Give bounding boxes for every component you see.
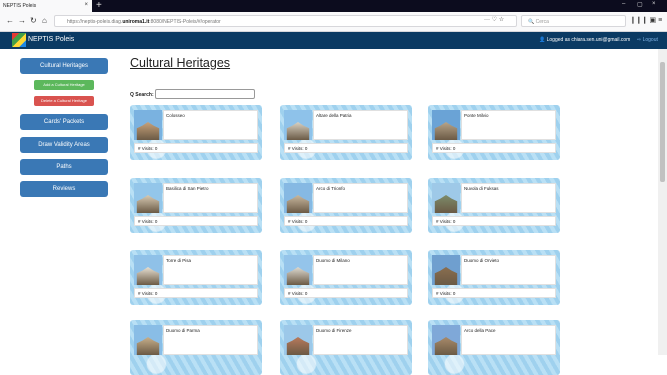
heritage-card[interactable]: Nuvola di Fuksas # Visits: 0 [428, 178, 560, 233]
heritage-card[interactable]: Duomo di Milano # Visits: 0 [280, 250, 412, 305]
back-icon[interactable]: ← [6, 16, 14, 25]
heritage-name: Arco di Trionfo [316, 186, 346, 191]
heritage-photo [284, 183, 312, 213]
app-title[interactable]: NEPTIS Poleis [28, 36, 74, 43]
browser-tab-bar: NEPTIS Poleis × + – ▢ × [0, 0, 667, 12]
browser-toolbar: ← → ↻ ⌂ https://neptis-poleis.diag.uniro… [0, 12, 667, 32]
browser-tab-title: NEPTIS Poleis [3, 3, 37, 9]
browser-search-placeholder: Cerca [535, 19, 549, 25]
url-domain: uniroma1.it [122, 19, 150, 25]
url-host: https://neptis-poleis.diag. [67, 19, 123, 25]
heritage-name: Arco della Pace [464, 328, 496, 333]
heritage-name: Colosseo [166, 113, 185, 118]
browser-search-input[interactable]: 🔍 Cerca [521, 15, 626, 27]
heritage-photo [134, 255, 162, 285]
cultural-heritages-button[interactable]: Cultural Heritages [20, 58, 108, 74]
heritage-photo [432, 255, 460, 285]
heritage-name: Duomo di Milano [316, 258, 350, 263]
paths-button[interactable]: Paths [20, 159, 108, 175]
heritage-visits: # Visits: 0 [432, 288, 556, 298]
heritage-card[interactable]: Duomo di Parma [130, 320, 262, 375]
heritage-name: Torre di Pisa [166, 258, 192, 263]
close-tab-icon[interactable]: × [84, 2, 88, 8]
heritage-card[interactable]: Basilica di San Pietro # Visits: 0 [130, 178, 262, 233]
scrollbar-thumb[interactable] [660, 62, 665, 182]
add-cultural-heritage-button[interactable]: Add a Cultural Heritage [34, 80, 94, 90]
heritage-visits: # Visits: 0 [284, 288, 408, 298]
app-logo-icon [12, 33, 26, 47]
heritage-card[interactable]: Ponte Milvio # Visits: 0 [428, 105, 560, 160]
heritage-visits: # Visits: 0 [134, 143, 258, 153]
page-title: Cultural Heritages [130, 56, 231, 70]
heritage-card[interactable]: Arco della Pace [428, 320, 560, 375]
search-label: Q Search: [130, 92, 154, 98]
cards-packets-button[interactable]: Cards' Packets [20, 114, 108, 130]
heritage-photo [284, 110, 312, 140]
address-bar[interactable]: https://neptis-poleis.diag.uniroma1.it:8… [54, 15, 517, 27]
reload-icon[interactable]: ↻ [30, 16, 37, 25]
reviews-button[interactable]: Reviews [20, 181, 108, 197]
delete-cultural-heritage-button[interactable]: Delete a Cultural Heritage [34, 96, 94, 106]
home-icon[interactable]: ⌂ [42, 16, 47, 25]
heritage-visits: # Visits: 0 [432, 216, 556, 226]
heritage-card[interactable]: Altare della Patria # Visits: 0 [280, 105, 412, 160]
heritage-card[interactable]: Torre di Pisa # Visits: 0 [130, 250, 262, 305]
heritage-name: Duomo di Firenze [316, 328, 352, 333]
heritage-visits: # Visits: 0 [284, 216, 408, 226]
heritage-name: Ponte Milvio [464, 113, 489, 118]
heritage-photo [432, 183, 460, 213]
heritage-visits: # Visits: 0 [432, 143, 556, 153]
heritage-name: Altare della Patria [316, 113, 352, 118]
heritage-visits: # Visits: 0 [284, 143, 408, 153]
logged-user: 👤 Logged as chiara.sen.uni@gmail.com [539, 37, 631, 43]
bookmark-icon[interactable]: ··· ♡ ☆ [484, 16, 504, 23]
heritage-photo [432, 110, 460, 140]
heritage-photo [134, 325, 162, 355]
heritage-name: Duomo di Parma [166, 328, 200, 333]
heritage-photo [284, 255, 312, 285]
heritage-name: Duomo di Orvieto [464, 258, 500, 263]
heritage-name: Basilica di San Pietro [166, 186, 209, 191]
library-icon[interactable]: ❙❙❙ ▣ ≡ [630, 16, 662, 24]
close-window-icon[interactable]: × [652, 1, 656, 7]
heritage-photo [432, 325, 460, 355]
new-tab-icon[interactable]: + [96, 0, 102, 11]
heritage-card[interactable]: Duomo di Orvieto # Visits: 0 [428, 250, 560, 305]
logout-link[interactable]: ⇨ Logout [637, 37, 658, 43]
heritage-card[interactable]: Arco di Trionfo # Visits: 0 [280, 178, 412, 233]
maximize-icon[interactable]: ▢ [637, 1, 643, 8]
draw-validity-areas-button[interactable]: Draw Validity Areas [20, 137, 108, 153]
forward-icon[interactable]: → [18, 16, 26, 25]
heritage-card[interactable]: Colosseo # Visits: 0 [130, 105, 262, 160]
minimize-icon[interactable]: – [622, 1, 625, 7]
heritage-photo [284, 325, 312, 355]
browser-tab[interactable]: NEPTIS Poleis × [0, 0, 92, 12]
heritage-visits: # Visits: 0 [134, 216, 258, 226]
search-input[interactable] [155, 89, 255, 99]
heritage-photo [134, 110, 162, 140]
heritage-photo [134, 183, 162, 213]
heritage-card[interactable]: Duomo di Firenze [280, 320, 412, 375]
heritage-visits: # Visits: 0 [134, 288, 258, 298]
search-icon: 🔍 [528, 19, 536, 25]
url-path: :8080/NEPTIS-Poleis/#/operator [149, 19, 221, 25]
heritage-name: Nuvola di Fuksas [464, 186, 499, 191]
